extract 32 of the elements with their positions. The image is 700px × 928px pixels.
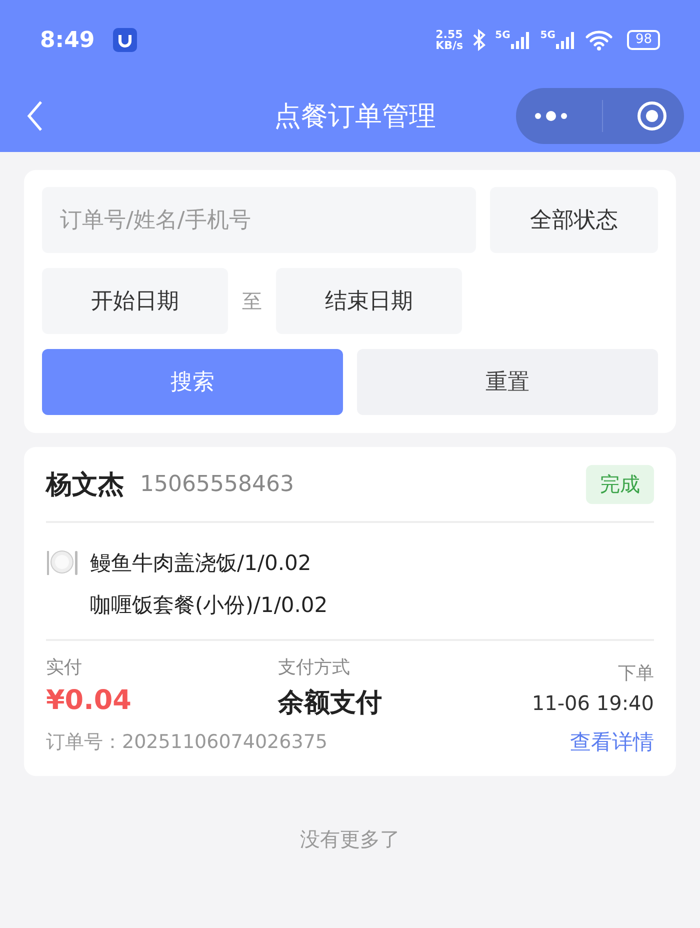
order-time-label: 下单 (618, 662, 654, 685)
payment-method-label: 支付方式 (278, 656, 351, 679)
back-icon[interactable] (26, 100, 44, 132)
end-of-list: 没有更多了 (0, 826, 700, 853)
paid-label: 实付 (46, 656, 83, 679)
order-item: 咖喱饭套餐(小份)/1/0.02 (90, 592, 328, 619)
date-separator: 至 (242, 288, 262, 314)
order-number: 订单号：20251106074026375 (46, 730, 328, 755)
network-speed: 2.55 KB/s (436, 29, 464, 51)
customer-phone: 15065558463 (140, 472, 294, 496)
status-dropdown[interactable]: 全部状态 (490, 187, 658, 253)
status-badge: 完成 (586, 464, 654, 504)
reset-button[interactable]: 重置 (357, 349, 658, 415)
detail-link[interactable]: 查看详情 (570, 728, 654, 756)
network-type: 5G (540, 30, 556, 41)
customer-name: 杨文杰 (46, 468, 124, 502)
payment-method: 余额支付 (278, 687, 383, 720)
keyword-field[interactable]: 订单号/姓名/手机号 (42, 187, 476, 253)
battery-indicator: 98 (627, 30, 660, 50)
wifi-icon (585, 29, 614, 51)
order-item: 鳗鱼牛肉盖浇饭/1/0.02 (90, 550, 312, 577)
paid-amount: ¥0.04 (46, 685, 132, 716)
network-type: 5G (495, 30, 510, 41)
more-icon[interactable] (532, 110, 568, 122)
close-icon[interactable] (636, 100, 668, 132)
order-time: 11-06 19:40 (532, 691, 654, 715)
bluetooth-icon (471, 29, 488, 51)
end-date-field[interactable]: 结束日期 (276, 268, 462, 334)
clock-time: 8:49 (40, 28, 95, 52)
app-icon (112, 28, 137, 52)
page-title: 点餐订单管理 (274, 100, 436, 134)
start-date-field[interactable]: 开始日期 (42, 268, 228, 334)
